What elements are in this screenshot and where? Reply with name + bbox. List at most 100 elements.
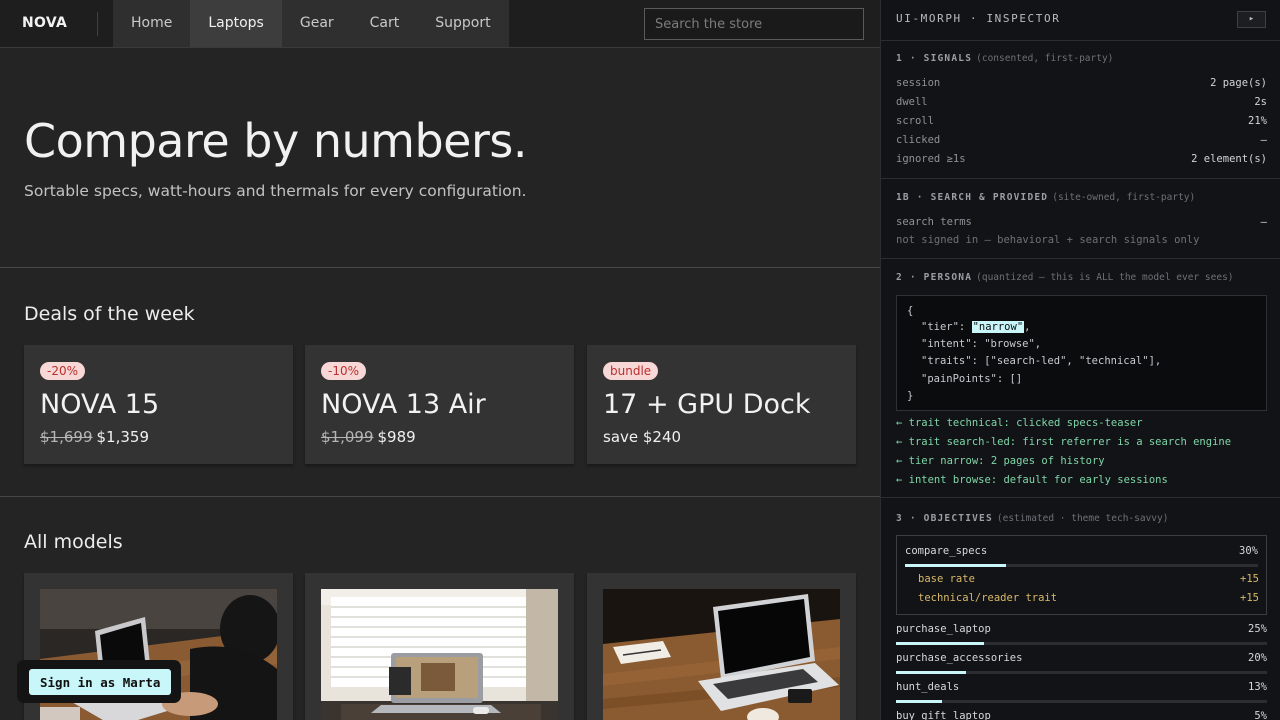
signal-key: dwell (896, 96, 928, 108)
search-provided-section: 1B · SEARCH & PROVIDED (site-owned, first… (881, 179, 1280, 259)
objectives-heading: 3 · OBJECTIVES (estimated · theme tech-sa… (896, 513, 1168, 524)
nav-links: Home Laptops Gear Cart Support (113, 0, 509, 47)
section-note: (quantized — this is ALL the model ever … (976, 272, 1234, 283)
top-objective-card[interactable]: compare_specs 30% base rate +15 technical/… (896, 535, 1267, 615)
inspector-header: UI-MORPH · INSPECTOR ▸ (881, 0, 1280, 41)
deal-savings: save $240 (603, 428, 682, 446)
collapse-toggle-icon[interactable]: ▸ (1237, 11, 1266, 28)
section-divider (881, 497, 1280, 498)
search-input[interactable] (644, 8, 864, 40)
signal-value: 2 element(s) (1191, 153, 1267, 165)
contribution-row: technical/reader trait +15 (918, 592, 1259, 604)
deal-card[interactable]: bundle 17 + GPU Dock save $240 (587, 345, 856, 464)
deal-price: $1,699 $1,359 (40, 428, 149, 446)
deals-heading: Deals of the week (24, 303, 195, 325)
objective-bar (905, 564, 1258, 567)
signal-key: search terms (896, 216, 972, 228)
signal-key: ignored ≥1s (896, 153, 966, 165)
section-note: (consented, first-party) (976, 53, 1114, 64)
json-traits-line: "traits": ["search-led", "technical"], (921, 355, 1162, 367)
old-price: $1,099 (321, 428, 374, 446)
section-heading: 1B · SEARCH & PROVIDED (site-owned, first… (896, 192, 1195, 203)
sign-in-button[interactable]: Sign in as Marta (29, 669, 172, 695)
models-heading: All models (24, 531, 123, 553)
deal-card[interactable]: -10% NOVA 13 Air $1,099 $989 (305, 345, 574, 464)
nav-home[interactable]: Home (113, 0, 190, 47)
signal-value: 2 page(s) (1210, 77, 1267, 89)
signal-row: scroll 21% (896, 115, 1267, 127)
persona-trace: ← tier narrow: 2 pages of history (896, 455, 1105, 467)
brand-logo[interactable]: NOVA (22, 15, 67, 31)
objective-row: compare_specs 30% (905, 545, 1258, 557)
persona-trace: ← trait search-led: first referrer is a … (896, 436, 1232, 448)
signals-section: 1 · SIGNALS (consented, first-party) sess… (881, 41, 1280, 179)
objective-name: hunt_deals (896, 681, 960, 693)
objective-row[interactable]: purchase_accessories 20% (896, 652, 1267, 664)
tier-value-highlight: "narrow" (971, 321, 1025, 333)
signal-value: — (1260, 216, 1267, 228)
nav-cart[interactable]: Cart (352, 0, 418, 47)
objective-name: purchase_laptop (896, 623, 991, 635)
signal-value: 2s (1254, 96, 1267, 108)
objective-bar (896, 671, 1267, 674)
signal-key: clicked (896, 134, 941, 146)
deal-price: $1,099 $989 (321, 428, 416, 446)
discount-badge: -20% (40, 362, 86, 380)
old-price: $1,699 (40, 428, 93, 446)
objective-name: buy_gift_laptop (896, 710, 991, 720)
persona-trace: ← trait technical: clicked specs-teaser (896, 417, 1143, 429)
objective-row[interactable]: purchase_laptop 25% (896, 623, 1267, 635)
objective-bar (896, 700, 1267, 703)
nav-laptops[interactable]: Laptops (190, 0, 282, 47)
search-terms-row: search terms — (896, 216, 1267, 228)
json-painpoints-line: "painPoints": [] (921, 373, 1023, 385)
new-price: $1,359 (96, 428, 150, 446)
nav-support[interactable]: Support (417, 0, 508, 47)
signal-key: session (896, 77, 941, 89)
inspector-panel: UI-MORPH · INSPECTOR ▸ 1 · SIGNALS (conse… (880, 0, 1280, 720)
signal-row: dwell 2s (896, 96, 1267, 108)
top-navigation: NOVA Home Laptops Gear Cart Support (0, 0, 880, 48)
contribution-row: base rate +15 (918, 573, 1259, 585)
objective-percent: 25% (1248, 623, 1267, 635)
laptop-photo (321, 589, 558, 720)
section-heading-label: 3 · OBJECTIVES (896, 513, 993, 524)
hero-title: Compare by numbers. (24, 114, 527, 168)
model-card[interactable] (587, 573, 856, 720)
json-key: "tier": (921, 321, 972, 333)
signed-out-note: not signed in — behavioral + search sign… (896, 234, 1200, 246)
deal-card[interactable]: -20% NOVA 15 $1,699 $1,359 (24, 345, 293, 464)
json-brace: } (907, 390, 914, 402)
objective-bar (896, 642, 1267, 645)
json-brace: { (907, 305, 914, 317)
laptop-photo (603, 589, 840, 720)
persona-json: { "tier": "narrow", "intent": "browse", … (896, 295, 1267, 411)
deal-product-name: 17 + GPU Dock (603, 389, 811, 420)
model-card[interactable] (305, 573, 574, 720)
contribution-label: base rate (918, 573, 975, 585)
section-heading-label: 1 · SIGNALS (896, 53, 973, 64)
objective-row[interactable]: hunt_deals 13% (896, 681, 1267, 693)
section-heading: 1 · SIGNALS (consented, first-party) (896, 53, 1113, 64)
signal-value: 21% (1248, 115, 1267, 127)
objective-row[interactable]: buy_gift_laptop 5% (896, 710, 1267, 720)
objective-bar-fill (896, 671, 967, 674)
objective-bar-fill (896, 700, 942, 703)
hero-banner: Compare by numbers. Sortable specs, watt… (0, 48, 880, 268)
deal-product-name: NOVA 15 (40, 389, 160, 420)
section-note: (estimated · theme tech-savvy) (996, 513, 1169, 524)
signal-value: — (1260, 134, 1267, 146)
new-price: $989 (377, 428, 416, 446)
objective-bar-fill (896, 642, 985, 645)
section-divider (0, 496, 880, 497)
hero-subtitle: Sortable specs, watt-hours and thermals … (24, 182, 527, 200)
nav-divider (97, 12, 98, 36)
signal-row: clicked — (896, 134, 1267, 146)
signal-key: scroll (896, 115, 934, 127)
discount-badge: -10% (321, 362, 367, 380)
contribution-value: +15 (1240, 573, 1259, 585)
inspector-title: UI-MORPH · INSPECTOR (896, 12, 1061, 25)
nav-gear[interactable]: Gear (282, 0, 352, 47)
objective-percent: 13% (1248, 681, 1267, 693)
signal-row: session 2 page(s) (896, 77, 1267, 89)
